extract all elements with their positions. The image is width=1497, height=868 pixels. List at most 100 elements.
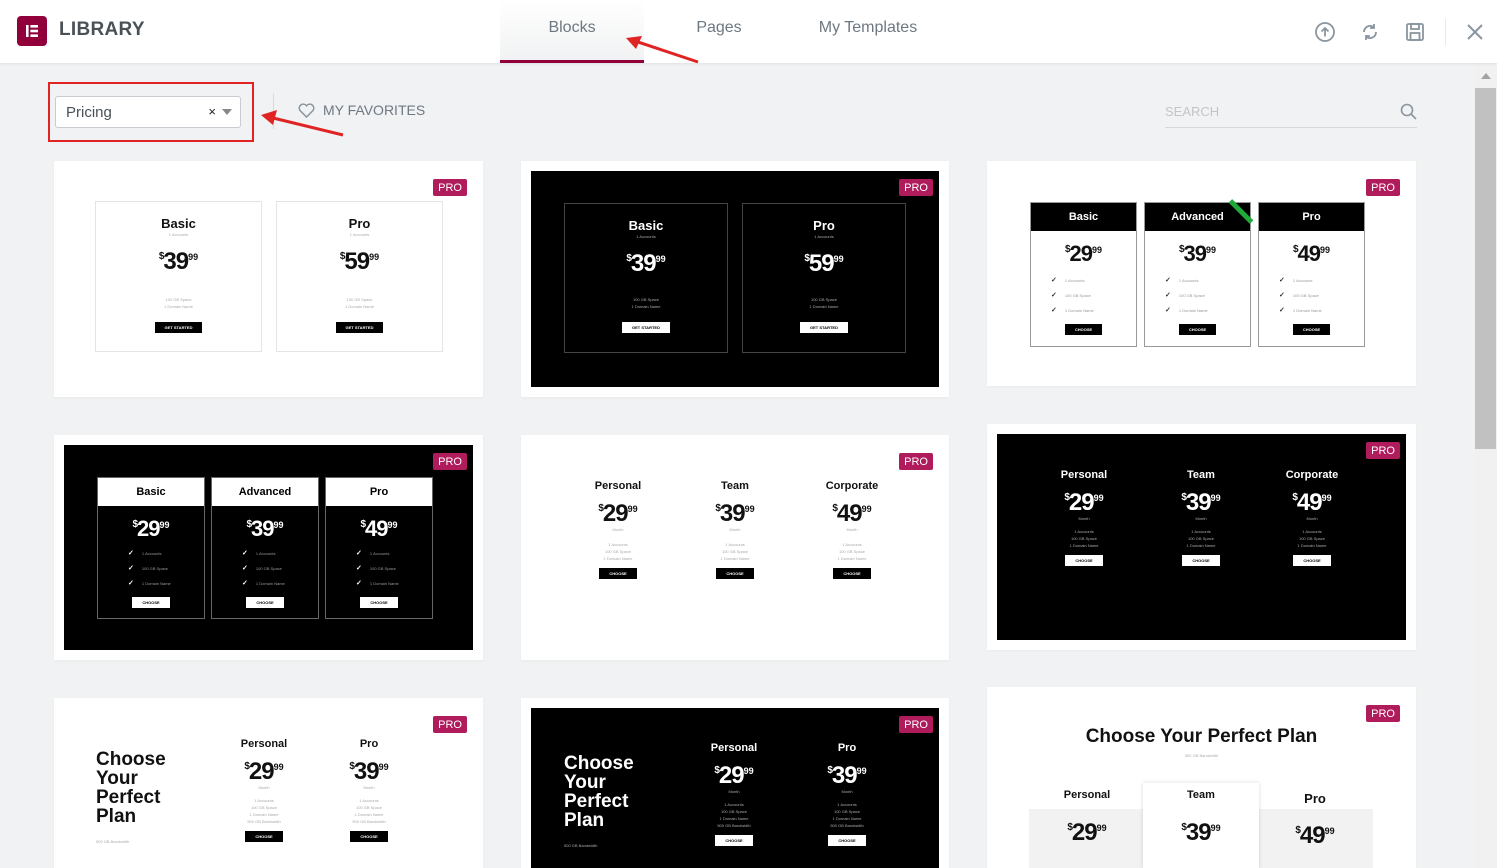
template-card[interactable]: PRO Basic $2999 ✓ 1 Accounts ✓ 100 GB Spac…	[54, 435, 483, 660]
preview-price: $4999	[1295, 822, 1335, 849]
preview-button: CHOOSE	[1293, 555, 1331, 566]
preview-price: $3999	[246, 516, 284, 541]
scroll-up-arrow-icon[interactable]	[1481, 73, 1491, 79]
preview-button: CHOOSE	[245, 831, 283, 842]
preview-plan-column: Basic $2999 ✓ 1 Accounts ✓ 100 GB Space ✓ 1…	[97, 477, 205, 619]
template-preview: Basic $2999 ✓ 1 Accounts ✓ 100 GB Space ✓ 1…	[987, 161, 1416, 386]
preview-feature: ✓ 1 Domain Name	[1279, 307, 1322, 314]
preview-text: 1 Accounts	[814, 234, 834, 239]
preview-plan-name: Personal	[1063, 789, 1111, 801]
save-icon[interactable]	[1392, 0, 1437, 63]
template-preview: Personal $2999 Month 1 Accounts 100 GB S…	[521, 435, 949, 660]
preview-price: $3999	[1178, 241, 1217, 266]
preview-plan-name: Personal	[594, 480, 642, 492]
preview-plan-column: Basic 1 Accounts $3999 100 GB Space 1 Do…	[564, 203, 728, 353]
preview-text: 100 GB Space	[165, 297, 192, 302]
template-card[interactable]: PRO Choose Your Perfect Plan 500 GB Bandwid…	[521, 698, 949, 868]
clear-filter-icon[interactable]: ×	[208, 104, 216, 119]
preview-headline: Choose Your Perfect Plan	[96, 749, 166, 827]
preview-text: 500 GB Bandwidth	[352, 819, 386, 824]
preview-plan-name: Basic	[628, 218, 664, 233]
tab-my-templates[interactable]: My Templates	[794, 0, 942, 63]
sync-icon[interactable]	[1347, 0, 1392, 63]
upload-icon[interactable]	[1302, 0, 1347, 63]
preview-price: $2999	[1067, 819, 1107, 846]
preview-plan-name: Basic	[1031, 203, 1136, 231]
preview-text: 1 Domain Name	[720, 556, 750, 561]
preview-plan-column: Pro $4999	[1265, 791, 1365, 848]
preview-plan-column: Personal $2999	[1037, 789, 1137, 845]
preview-text: 100 GB Space	[604, 549, 632, 554]
chevron-down-icon[interactable]	[222, 109, 232, 115]
preview-plan-column: Advanced $3999 ✓ 1 Accounts ✓ 100 GB Space…	[1144, 199, 1254, 347]
preview-text: 1 Domain Name	[354, 812, 384, 817]
preview-button: CHOOSE	[833, 568, 871, 579]
preview-text: 500 GB Bandwidth	[830, 823, 864, 828]
close-icon[interactable]	[1452, 0, 1497, 63]
preview-plan-name: Personal	[710, 742, 758, 754]
preview-text: 100 GB Space	[810, 297, 838, 302]
preview-text: Month	[1195, 516, 1207, 521]
tab-pages[interactable]: Pages	[644, 0, 794, 63]
preview-feature: ✓ 1 Domain Name	[1051, 307, 1094, 314]
preview-text: 1 Accounts	[1302, 529, 1322, 534]
preview-button: GET STARTED	[154, 322, 203, 333]
template-preview: Basic $2999 ✓ 1 Accounts ✓ 100 GB Space ✓ 1…	[64, 445, 473, 650]
scrollbar-thumb[interactable]	[1475, 88, 1496, 449]
search-input[interactable]	[1165, 98, 1385, 124]
preview-text: 1 Accounts	[1191, 529, 1211, 534]
preview-plan-column: Basic 1 Accounts $3999 100 GB Space 1 Do…	[95, 201, 262, 352]
tab-blocks[interactable]: Blocks	[500, 0, 644, 63]
preview-plan-name: Pro	[348, 216, 371, 231]
preview-feature: ✓ 1 Accounts	[242, 550, 276, 557]
preview-plan-column: Personal $2999 Month 1 Accounts 100 GB S…	[1039, 469, 1129, 567]
preview-text: 1 Domain Name	[603, 556, 633, 561]
preview-text: 100 GB Space	[838, 549, 866, 554]
preview-plan-name: Pro	[326, 478, 432, 506]
pro-badge: PRO	[899, 716, 933, 733]
template-card[interactable]: PRO Basic 1 Accounts $3999 100 GB Space …	[54, 161, 483, 397]
template-card[interactable]: PRO Basic $2999 ✓ 1 Accounts ✓ 100 GB Spac…	[987, 161, 1416, 386]
preview-feature: ✓ 1 Domain Name	[128, 580, 171, 587]
pro-badge: PRO	[433, 716, 467, 733]
preview-button: CHOOSE	[132, 597, 170, 608]
template-card[interactable]: PRO Choose Your Perfect Plan 500 GB Bandwid…	[54, 698, 483, 868]
preview-headline: Choose Your Perfect Plan	[1085, 726, 1318, 747]
preview-text: 1 Domain Name	[832, 816, 862, 821]
preview-plan-column: Pro $4999 ✓ 1 Accounts ✓ 100 GB Space ✓ 1 D…	[325, 477, 433, 619]
preview-feature: ✓ 1 Domain Name	[242, 580, 285, 587]
pro-badge: PRO	[899, 453, 933, 470]
preview-text: 1 Domain Name	[719, 816, 749, 821]
category-filter-select[interactable]: Pricing ×	[55, 96, 241, 128]
preview-text: 100 GB Space	[720, 809, 748, 814]
preview-feature: ✓ 1 Accounts	[1165, 277, 1199, 284]
preview-feature: ✓ 100 GB Space	[1165, 292, 1205, 299]
preview-text: 1 Accounts	[636, 234, 656, 239]
preview-button: GET STARTED	[622, 322, 670, 333]
preview-plan-name: Pro	[837, 742, 857, 754]
preview-plan-name: Corporate	[1285, 469, 1339, 481]
template-card[interactable]: PRO Personal $2999 Month 1 Accounts 100 …	[521, 435, 949, 660]
preview-text: 1 Accounts	[168, 232, 189, 237]
scrollbar[interactable]	[1474, 63, 1497, 868]
preview-plan-column: Team $3999	[1143, 783, 1259, 868]
preview-price: $5999	[339, 248, 380, 275]
preview-text: 1 Domain Name	[631, 304, 661, 309]
pro-badge: PRO	[1366, 705, 1400, 722]
preview-text: 100 GB Space	[632, 297, 660, 302]
preview-button: CHOOSE	[715, 835, 753, 846]
template-card[interactable]: PRO Personal $2999 Month 1 Accounts 100 …	[987, 424, 1416, 650]
template-card[interactable]: PRO Choose Your Perfect Plan 500 GB Band…	[987, 687, 1416, 868]
preview-price: $4999	[1292, 489, 1332, 516]
preview-plan-column: Corporate $4999 Month 1 Accounts 100 GB …	[807, 480, 897, 580]
preview-plan-column: Basic $2999 ✓ 1 Accounts ✓ 100 GB Space ✓ 1…	[1030, 202, 1137, 347]
template-card[interactable]: PRO Basic 1 Accounts $3999 100 GB Space …	[521, 161, 949, 397]
my-favorites-filter[interactable]: My Favorites	[298, 102, 425, 118]
preview-text: Month	[363, 785, 375, 790]
header-divider	[1445, 18, 1446, 45]
preview-button: CHOOSE	[1292, 324, 1331, 335]
preview-price: $2999	[1064, 241, 1103, 266]
preview-price: $2999	[714, 762, 754, 789]
search-icon[interactable]	[1400, 103, 1417, 120]
preview-button: CHOOSE	[1182, 555, 1220, 566]
